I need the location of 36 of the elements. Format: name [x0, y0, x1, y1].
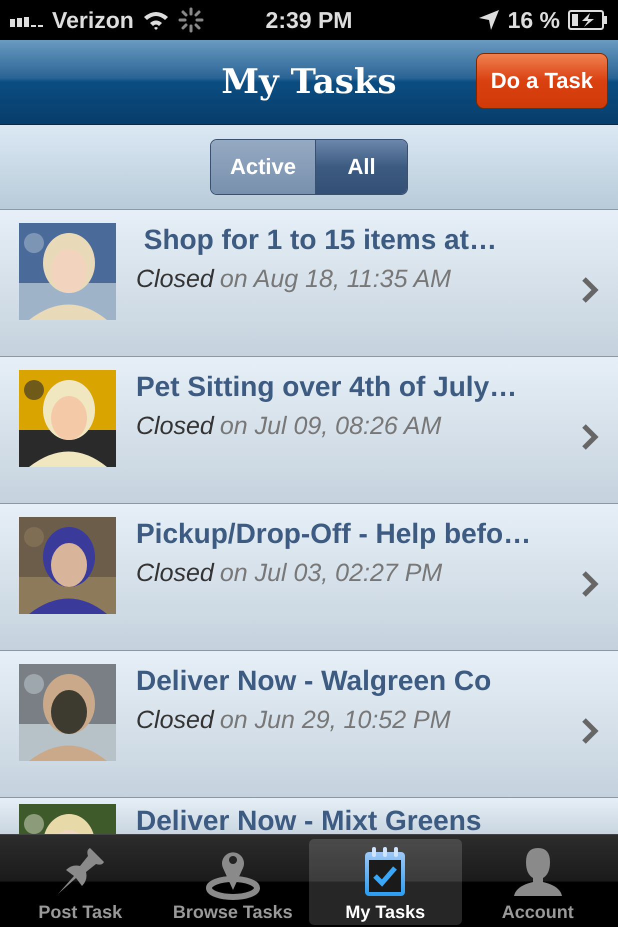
activity-spinner-icon: [178, 7, 204, 33]
task-date: on Aug 18, 11:35 AM: [220, 265, 452, 294]
filter-segment[interactable]: All: [315, 140, 407, 194]
task-title: Deliver Now - Walgreen Co: [136, 664, 492, 698]
screen-title: My Tasks: [221, 62, 397, 102]
carrier-name: Verizon: [52, 6, 134, 34]
chevron-icon: [580, 422, 600, 450]
wifi-icon: [142, 10, 170, 30]
chevron-icon: [580, 716, 600, 744]
task-date: on Jun 29, 10:52 PM: [220, 706, 451, 735]
task-row[interactable]: Deliver Now - Mixt Greens: [0, 798, 618, 834]
task-title: Deliver Now - Mixt Greens: [136, 804, 482, 834]
tab-bar-item[interactable]: My Tasks: [309, 839, 462, 925]
chevron-icon: [580, 570, 600, 598]
task-row[interactable]: Shop for 1 to 15 items at… Closed on Aug 18, 11:35 AM: [0, 210, 618, 357]
battery-icon: [568, 10, 608, 30]
task-status: Closed: [136, 265, 214, 294]
tab-bar-item[interactable]: Post Task: [4, 839, 156, 925]
tab-bar-item[interactable]: Account: [462, 839, 614, 925]
task-title: Shop for 1 to 15 items at…: [142, 223, 498, 257]
battery-percent: 16 %: [508, 6, 560, 34]
task-status: Closed: [136, 412, 214, 441]
task-row[interactable]: Deliver Now - Walgreen Co Closed on Jun 29, 10:52 PM: [0, 651, 618, 798]
task-date: on Jul 03, 02:27 PM: [220, 559, 442, 588]
task-row[interactable]: Pet Sitting over 4th of July… Closed on Jul 09, 08:26 AM: [0, 357, 618, 504]
do-a-task-button[interactable]: Do a Task: [476, 53, 608, 109]
task-title: Pickup/Drop-Off - Help befo…: [136, 517, 532, 551]
task-date: on Jul 09, 08:26 AM: [220, 412, 442, 441]
task-status: Closed: [136, 706, 214, 735]
location-arrow-icon: [478, 9, 500, 31]
task-title: Pet Sitting over 4th of July…: [136, 370, 518, 404]
chevron-icon: [580, 276, 600, 304]
tab-bar-item[interactable]: Browse Tasks: [156, 839, 309, 925]
task-status: Closed: [136, 559, 214, 588]
task-row[interactable]: Pickup/Drop-Off - Help befo… Closed on Jul 03, 02:27 PM: [0, 504, 618, 651]
clock-time: 2:39 PM: [266, 6, 352, 34]
